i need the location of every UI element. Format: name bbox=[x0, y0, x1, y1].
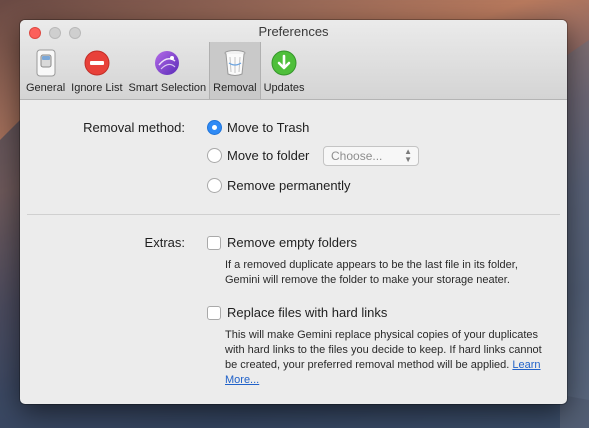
tab-smart-selection[interactable]: Smart Selection bbox=[126, 42, 210, 99]
radio-indicator[interactable] bbox=[207, 148, 222, 163]
titlebar: Preferences General Ignore List Smart Se… bbox=[20, 20, 567, 100]
radio-remove-permanently-label: Remove permanently bbox=[227, 178, 351, 193]
no-entry-icon bbox=[81, 47, 113, 79]
folder-popup-button[interactable]: Choose... ▲ ▼ bbox=[323, 146, 419, 166]
section-divider bbox=[27, 214, 560, 215]
window-title: Preferences bbox=[258, 24, 329, 39]
radio-indicator[interactable] bbox=[207, 178, 222, 193]
radio-move-to-folder[interactable]: Move to folder bbox=[207, 148, 309, 163]
hard-links-description-block: This will make Gemini replace physical c… bbox=[225, 328, 555, 388]
tab-smart-selection-label: Smart Selection bbox=[128, 82, 207, 94]
trash-icon bbox=[219, 47, 251, 79]
checkbox-replace-hard-links-label: Replace files with hard links bbox=[227, 305, 388, 320]
radio-remove-permanently[interactable]: Remove permanently bbox=[207, 178, 351, 193]
chevron-updown-icon: ▲ ▼ bbox=[404, 147, 412, 164]
checkbox-indicator[interactable] bbox=[207, 305, 221, 320]
smart-selection-icon bbox=[151, 47, 183, 79]
tab-ignore-list-label: Ignore List bbox=[71, 82, 123, 94]
tab-general[interactable]: General bbox=[23, 42, 68, 99]
tab-removal-label: Removal bbox=[213, 82, 257, 94]
hard-links-description: This will make Gemini replace physical c… bbox=[225, 329, 542, 371]
checkbox-remove-empty-folders[interactable]: Remove empty folders bbox=[207, 235, 357, 250]
extras-label: Extras: bbox=[144, 235, 185, 250]
removal-pane: Removal method: Move to Trash Move to fo… bbox=[20, 100, 567, 404]
folder-popup-value: Choose... bbox=[331, 149, 383, 163]
tab-updates-label: Updates bbox=[263, 82, 305, 94]
radio-move-to-trash-label: Move to Trash bbox=[227, 120, 310, 135]
checkbox-indicator[interactable] bbox=[207, 235, 221, 250]
download-arrow-icon bbox=[268, 47, 300, 79]
removal-method-label: Removal method: bbox=[83, 120, 185, 135]
radio-move-to-trash[interactable]: Move to Trash bbox=[207, 120, 309, 135]
preferences-window: Preferences General Ignore List Smart Se… bbox=[20, 20, 567, 404]
radio-move-to-folder-label: Move to folder bbox=[227, 148, 310, 163]
checkbox-remove-empty-folders-label: Remove empty folders bbox=[227, 235, 358, 250]
remove-empty-folders-description: If a removed duplicate appears to be the… bbox=[225, 259, 518, 286]
toggle-switch-icon bbox=[30, 47, 62, 79]
checkbox-replace-hard-links[interactable]: Replace files with hard links bbox=[207, 305, 387, 320]
tab-updates[interactable]: Updates bbox=[261, 42, 308, 99]
preferences-toolbar: General Ignore List Smart Selection Remo… bbox=[23, 42, 308, 99]
tab-general-label: General bbox=[26, 82, 66, 94]
radio-selected-indicator[interactable] bbox=[207, 120, 222, 135]
tab-ignore-list[interactable]: Ignore List bbox=[68, 42, 125, 99]
tab-removal[interactable]: Removal bbox=[209, 42, 261, 99]
